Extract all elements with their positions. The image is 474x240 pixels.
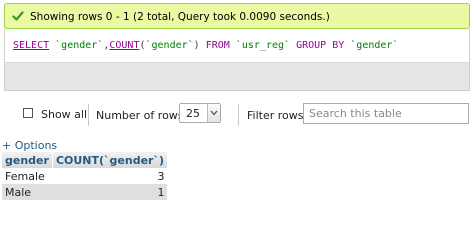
separator	[238, 104, 239, 126]
results-table: gender COUNT(`gender`) Female 3 Male 1	[2, 152, 168, 200]
success-message-banner: Showing rows 0 - 1 (2 total, Query took …	[4, 3, 470, 29]
check-icon	[12, 11, 24, 21]
sql-identifier: `gender`	[145, 40, 194, 51]
chevron-down-icon	[210, 110, 218, 116]
filter-rows-input[interactable]	[303, 103, 469, 124]
number-of-rows-label: Number of rows:	[96, 109, 188, 122]
table-navigation-controls: Show all Number of rows: 25 Filter rows:	[0, 100, 474, 130]
cell-count: 1	[52, 184, 168, 200]
separator	[88, 104, 89, 126]
sql-keyword-select[interactable]: SELECT	[13, 40, 49, 51]
sql-identifier: `gender`	[55, 40, 104, 51]
sql-function-count[interactable]: COUNT	[109, 40, 139, 51]
success-message-text: Showing rows 0 - 1 (2 total, Query took …	[30, 11, 330, 23]
show-all-checkbox[interactable]	[23, 108, 33, 118]
column-header-count[interactable]: COUNT(`gender`)	[52, 152, 168, 168]
filter-rows-label: Filter rows:	[247, 109, 308, 122]
sql-query-box: SELECT `gender`,COUNT(`gender`) FROM `us…	[4, 29, 470, 91]
dropdown-arrow[interactable]	[207, 104, 220, 122]
rows-per-page-select[interactable]: 25	[179, 103, 221, 123]
table-header-row: gender COUNT(`gender`)	[2, 152, 168, 168]
sql-keyword-from: FROM	[205, 40, 230, 51]
table-row[interactable]: Male 1	[2, 184, 168, 200]
sql-identifier: `gender`	[350, 40, 399, 51]
sql-query: SELECT `gender`,COUNT(`gender`) FROM `us…	[13, 40, 398, 51]
cell-count: 3	[52, 168, 168, 184]
sql-keyword-group-by: GROUP BY	[296, 40, 345, 51]
cell-gender: Female	[2, 168, 53, 184]
table-row[interactable]: Female 3	[2, 168, 168, 184]
sql-rparen: )	[193, 40, 200, 51]
column-header-gender[interactable]: gender	[2, 152, 53, 168]
rows-per-page-value: 25	[186, 107, 200, 120]
options-link[interactable]: + Options	[2, 139, 57, 152]
show-all-label[interactable]: Show all	[41, 108, 87, 121]
sql-table-name: `usr_reg`	[235, 40, 291, 51]
cell-gender: Male	[2, 184, 53, 200]
sql-code-area[interactable]: SELECT `gender`,COUNT(`gender`) FROM `us…	[5, 29, 469, 63]
